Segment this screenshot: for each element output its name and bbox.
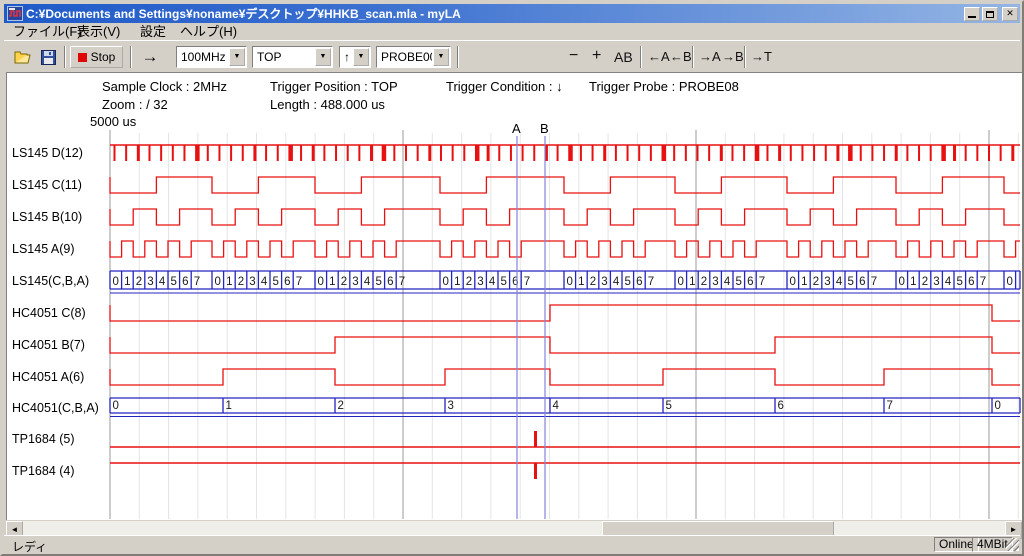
trigger-position-combobox[interactable]: TOP ▼ <box>252 46 333 68</box>
time-scale-label: 5000 us <box>90 114 136 129</box>
cursor-a-right-button[interactable]: →A <box>699 48 721 66</box>
zoom-ab-button[interactable]: AB <box>614 48 633 66</box>
channel-label: LS145 B(10) <box>12 210 82 224</box>
trigger-condition-info: Trigger Condition : ↓ <box>446 79 563 94</box>
zoom-in-button[interactable]: + <box>592 45 601 67</box>
cursor-b-right-button[interactable]: →B <box>722 48 744 66</box>
close-button[interactable]: ✕ <box>1002 7 1018 21</box>
channel-label: HC4051 B(7) <box>12 338 85 352</box>
channel-label: HC4051 A(6) <box>12 370 84 384</box>
trigger-position-info: Trigger Position : TOP <box>270 79 398 94</box>
chevron-down-icon[interactable]: ▼ <box>353 48 369 66</box>
trigger-position-value: TOP <box>253 47 314 67</box>
sample-clock-value: 100MHz <box>177 47 228 67</box>
channel-label: LS145(C,B,A) <box>12 274 89 288</box>
menu-bar: ファイル(F) 表示(V) 設定 ヘルプ(H) <box>4 23 1020 40</box>
cursor-a-label: A <box>512 121 521 136</box>
stop-icon <box>78 53 87 62</box>
toolbar-separator <box>457 46 459 68</box>
title-bar[interactable]: C:¥Documents and Settings¥noname¥デスクトップ¥… <box>4 4 1020 23</box>
toolbar-separator <box>130 46 132 68</box>
cursor-b-label: B <box>540 121 549 136</box>
waveform-client-area[interactable] <box>6 72 1022 520</box>
minimize-icon <box>968 16 976 18</box>
toolbar-separator <box>640 46 642 68</box>
trigger-probe-value: PROBE00 <box>377 47 432 67</box>
sample-clock-combobox[interactable]: 100MHz ▼ <box>176 46 247 68</box>
trigger-edge-combobox[interactable]: ↑ ▼ <box>339 46 371 68</box>
cursor-b-left-button[interactable]: ←B <box>670 48 692 66</box>
channel-label: HC4051(C,B,A) <box>12 401 99 415</box>
sample-clock-info: Sample Clock : 2MHz <box>102 79 227 94</box>
channel-label: LS145 D(12) <box>12 146 83 160</box>
window-title: C:¥Documents and Settings¥noname¥デスクトップ¥… <box>26 5 960 22</box>
open-folder-icon <box>14 50 32 64</box>
status-message: レディ <box>12 538 47 555</box>
trigger-edge-value: ↑ <box>340 47 352 67</box>
status-bar: レディ Online 4MBit <box>4 535 1020 552</box>
window-controls: ✕ <box>964 7 1018 21</box>
chevron-down-icon[interactable]: ▼ <box>229 48 245 66</box>
app-window: C:¥Documents and Settings¥noname¥デスクトップ¥… <box>0 0 1024 556</box>
menu-help[interactable]: ヘルプ(H) <box>180 24 237 39</box>
toolbar-separator <box>692 46 694 68</box>
channel-label: TP1684 (4) <box>12 464 75 478</box>
chevron-down-icon[interactable]: ▼ <box>315 48 331 66</box>
channel-label: LS145 C(11) <box>12 178 82 192</box>
chevron-down-icon[interactable]: ▼ <box>433 48 449 66</box>
maximize-icon <box>986 11 994 18</box>
zoom-out-button[interactable]: − <box>569 45 578 67</box>
menu-file[interactable]: ファイル(F) <box>13 24 82 39</box>
length-info: Length : 488.000 us <box>270 97 385 112</box>
channel-label: HC4051 C(8) <box>12 306 86 320</box>
floppy-disk-icon <box>41 50 56 65</box>
channel-label: LS145 A(9) <box>12 242 75 256</box>
stop-label: Stop <box>91 50 116 64</box>
save-file-button[interactable] <box>37 46 60 68</box>
zoom-info: Zoom : / 32 <box>102 97 168 112</box>
run-button[interactable]: → <box>135 45 165 69</box>
goto-trigger-button[interactable]: →T <box>751 48 772 66</box>
trigger-probe-combobox[interactable]: PROBE00 ▼ <box>376 46 451 68</box>
menu-view[interactable]: 表示(V) <box>77 24 120 39</box>
resize-grip[interactable] <box>1006 538 1019 551</box>
menu-settings[interactable]: 設定 <box>140 24 166 39</box>
toolbar-separator <box>744 46 746 68</box>
maximize-button[interactable] <box>982 7 998 21</box>
trigger-probe-info: Trigger Probe : PROBE08 <box>589 79 739 94</box>
open-file-button[interactable] <box>11 46 34 68</box>
toolbar-separator <box>64 46 66 68</box>
minimize-button[interactable] <box>964 7 980 21</box>
cursor-a-left-button[interactable]: ←A <box>648 48 670 66</box>
app-icon <box>7 6 23 21</box>
toolbar: Stop → 100MHz ▼ TOP ▼ ↑ ▼ PROBE00 ▼ − + … <box>4 40 1020 71</box>
stop-button[interactable]: Stop <box>70 46 123 68</box>
channel-label: TP1684 (5) <box>12 432 75 446</box>
